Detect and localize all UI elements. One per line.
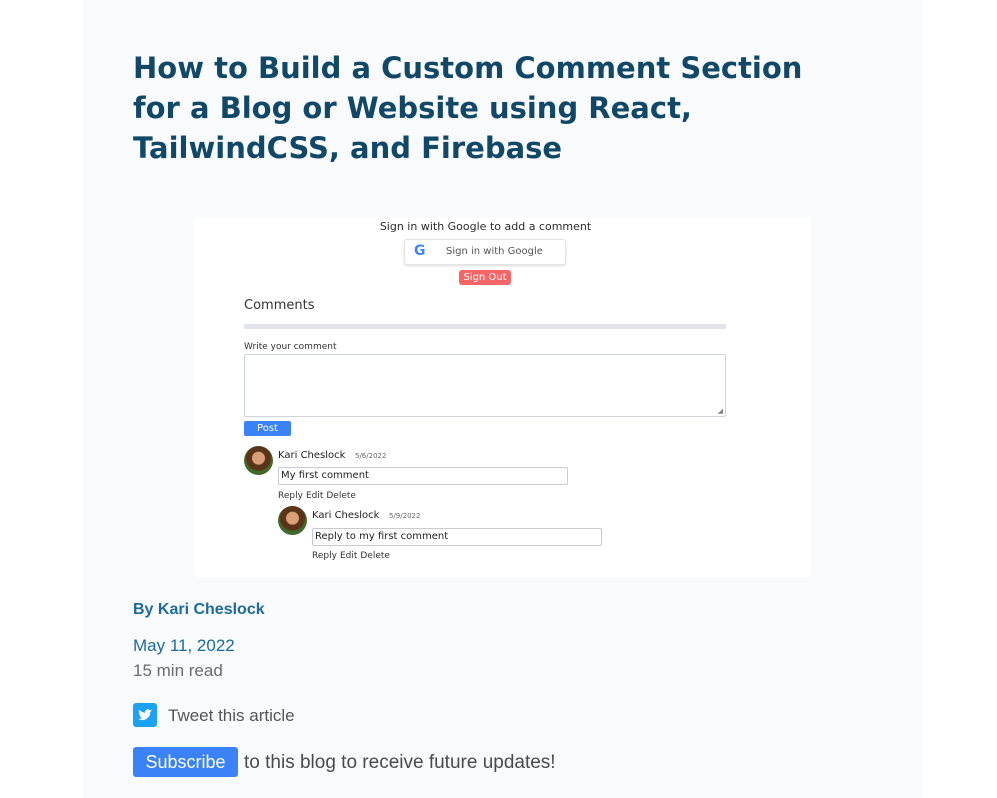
reply-link: Reply <box>278 491 303 501</box>
edit-link: Edit <box>305 491 324 501</box>
signin-prompt: Sign in with Google to add a comment <box>379 220 592 233</box>
article-cover-image: Sign in with Google to add a comment G S… <box>194 217 811 577</box>
comment-text: Reply to my first comment <box>312 528 602 546</box>
comment-actions: Reply Edit Delete <box>312 551 393 561</box>
resize-grip-icon: ◢ <box>717 407 723 415</box>
comment-actions: Reply Edit Delete <box>278 491 359 501</box>
google-signin-label: Sign in with Google <box>446 246 543 257</box>
tweet-article-link[interactable]: Tweet this article <box>168 706 295 726</box>
google-icon: G <box>414 243 426 259</box>
sign-out-button: Sign Out <box>459 270 511 285</box>
author-link[interactable]: By Kari Cheslock <box>133 601 265 619</box>
post-button: Post <box>244 421 291 436</box>
read-time: 15 min read <box>133 661 223 680</box>
article-title: How to Build a Custom Comment Section fo… <box>133 51 803 165</box>
reply-link: Reply <box>312 551 337 561</box>
comment-author: Kari Cheslock <box>278 450 346 461</box>
edit-link: Edit <box>339 551 358 561</box>
comment-author: Kari Cheslock <box>312 510 380 521</box>
avatar <box>244 446 273 475</box>
delete-link: Delete <box>360 551 390 561</box>
comment-textarea: ◢ <box>244 354 726 417</box>
write-comment-label: Write your comment <box>244 342 337 352</box>
delete-link: Delete <box>326 491 356 501</box>
publish-date: May 11, 2022 <box>133 636 235 655</box>
comments-heading: Comments <box>244 298 315 313</box>
comment-text: My first comment <box>278 467 568 485</box>
divider <box>244 324 726 329</box>
comment-date: 5/6/2022 <box>355 452 387 460</box>
article-container: How to Build a Custom Comment Section fo… <box>83 0 923 798</box>
twitter-icon[interactable] <box>133 703 157 727</box>
subscribe-button[interactable]: Subscribe <box>133 747 238 777</box>
avatar <box>278 506 307 535</box>
comment-date: 5/9/2022 <box>389 512 421 520</box>
subscribe-description: to this blog to receive future updates! <box>244 752 556 773</box>
google-signin-button: G Sign in with Google <box>404 239 566 265</box>
